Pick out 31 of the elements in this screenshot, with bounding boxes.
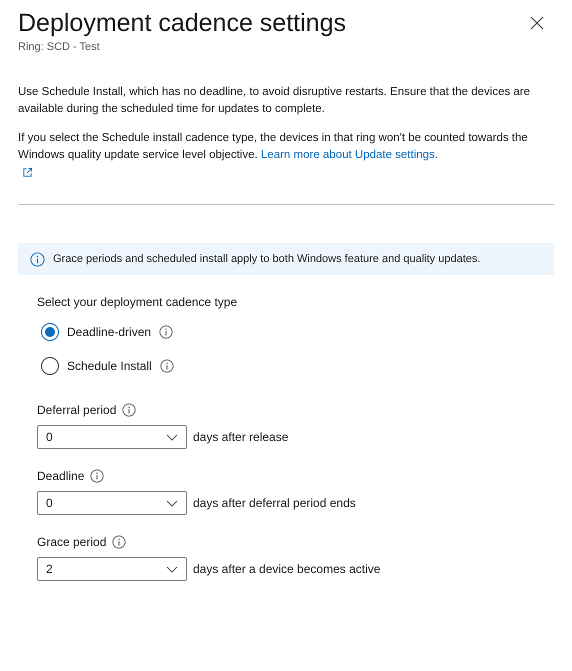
info-banner-text: Grace periods and scheduled install apply to both Windows feature and quality updates. xyxy=(53,252,480,267)
panel-title: Deployment cadence settings xyxy=(18,8,346,39)
field-label: Grace period xyxy=(37,534,106,551)
radio-label: Deadline-driven xyxy=(67,324,152,341)
radio-button[interactable] xyxy=(41,357,59,375)
number-dropdown[interactable]: 0 xyxy=(37,425,187,449)
number-dropdown[interactable]: 2 xyxy=(37,557,187,581)
external-link-icon xyxy=(22,167,33,178)
field-label: Deferral period xyxy=(37,402,116,419)
field-label: Deadline xyxy=(37,468,84,485)
info-icon xyxy=(160,359,174,373)
info-icon xyxy=(112,535,126,549)
chevron-down-icon xyxy=(166,434,178,440)
info-icon xyxy=(90,469,104,483)
radio-button[interactable] xyxy=(41,323,59,341)
learn-more-link[interactable]: Learn more about Update settings. xyxy=(260,149,438,161)
info-icon xyxy=(122,403,136,417)
info-icon xyxy=(159,325,174,339)
chevron-down-icon xyxy=(166,566,178,572)
panel-subtitle: Ring: SCD - Test xyxy=(18,40,101,54)
info-icon xyxy=(30,252,45,266)
intro-text: If you select the Schedule install cadence type, the devices in that ring won't be counted towards the Windows quality update service level objective. Learn more about Update settings. xyxy=(18,131,529,163)
chevron-down-icon xyxy=(166,500,178,506)
field-suffix: days after release xyxy=(193,429,288,446)
field-suffix: days after deferral period ends xyxy=(193,495,356,512)
radio-label: Schedule Install xyxy=(67,358,152,375)
number-dropdown[interactable]: 0 xyxy=(37,491,187,515)
cadence-label: Select your deployment cadence type xyxy=(37,294,238,311)
close-button[interactable] xyxy=(528,14,546,32)
intro-text: Use Schedule Install, which has no deadline, to avoid disruptive restarts. Ensure that the devices are available during the scheduled time for updates to complete. xyxy=(18,85,532,117)
field-suffix: days after a device becomes active xyxy=(193,561,380,578)
